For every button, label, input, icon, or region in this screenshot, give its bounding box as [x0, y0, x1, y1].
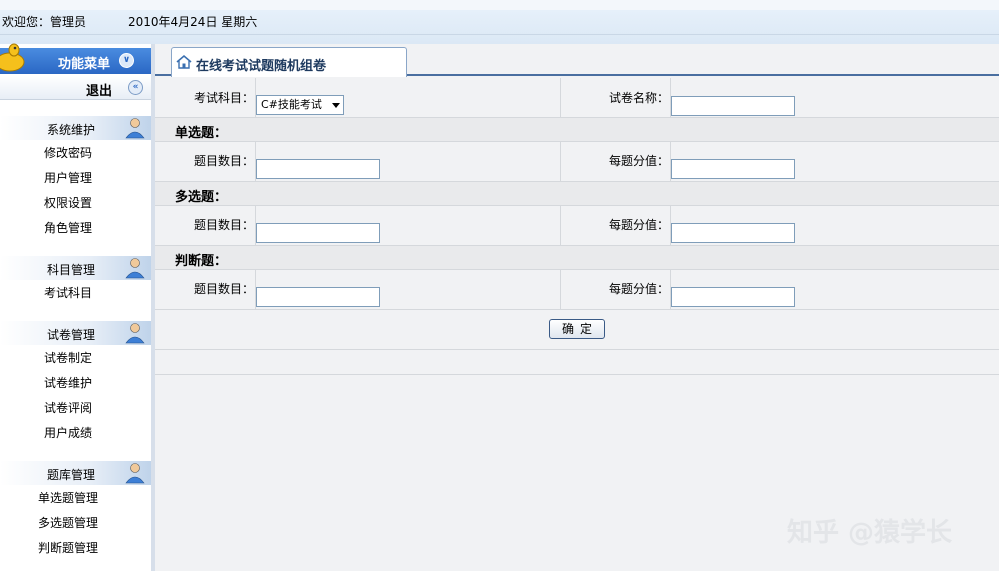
section-title: 多选题：	[175, 190, 228, 205]
group-title: 系统维护	[47, 123, 96, 137]
cell-divider	[560, 270, 561, 309]
exit-link[interactable]: 退出	[86, 80, 112, 99]
menu-item-paper-review[interactable]: 试卷评阅	[44, 399, 92, 416]
true-false-score-input[interactable]	[671, 287, 795, 307]
paper-name-label: 试卷名称：	[609, 91, 670, 105]
tab-title: 在线考试试题随机组卷	[196, 59, 327, 74]
subject-label: 考试科目：	[194, 91, 255, 105]
top-divider	[0, 34, 999, 35]
group-title: 科目管理	[47, 263, 96, 277]
menu-item-user-scores[interactable]: 用户成绩	[44, 424, 92, 441]
group-header-subjects[interactable]: 科目管理	[0, 256, 151, 280]
home-icon	[176, 54, 192, 69]
paper-name-input[interactable]	[671, 96, 795, 116]
group-title: 题库管理	[47, 468, 96, 482]
welcome-text: 欢迎您：管理员	[2, 15, 87, 29]
cell-divider	[560, 78, 561, 117]
menu-item-single-choice[interactable]: 单选题管理	[38, 489, 98, 506]
multi-choice-count-input[interactable]	[256, 223, 380, 243]
single-choice-row: 题目数目： 每题分值：	[155, 142, 999, 182]
menu-item-permissions[interactable]: 权限设置	[44, 194, 92, 211]
top-bar: 欢迎您：管理员 2010年4月24日 星期六	[0, 0, 999, 44]
menu-item-paper-create[interactable]: 试卷制定	[44, 349, 92, 366]
single-choice-count-input[interactable]	[256, 159, 380, 179]
group-header-system[interactable]: 系统维护	[0, 116, 151, 140]
subject-select[interactable]: C#技能考试	[256, 95, 344, 115]
count-label: 题目数目：	[194, 282, 255, 296]
sidebar: 功能菜单 ∨ 退出 « 系统维护 修改密码 用户管理 权限设置 角色管理 科目管…	[0, 43, 152, 571]
menu-item-role-management[interactable]: 角色管理	[44, 219, 92, 236]
subject-row: 考试科目： C#技能考试 试卷名称：	[155, 78, 999, 118]
true-false-count-input[interactable]	[256, 287, 380, 307]
date-text: 2010年4月24日 星期六	[128, 15, 258, 29]
tab-bar: 在线考试试题随机组卷	[155, 44, 999, 77]
exit-row[interactable]: 退出 «	[0, 76, 151, 100]
group-title: 试卷管理	[47, 328, 96, 342]
menu-title: 功能菜单	[58, 57, 111, 72]
section-title: 判断题：	[175, 254, 228, 269]
count-label: 题目数目：	[194, 218, 255, 232]
menu-item-user-management[interactable]: 用户管理	[44, 169, 92, 186]
menu-item-paper-maintain[interactable]: 试卷维护	[44, 374, 92, 391]
section-true-false: 判断题：	[155, 246, 999, 270]
multi-choice-score-input[interactable]	[671, 223, 795, 243]
menu-item-change-password[interactable]: 修改密码	[44, 144, 92, 161]
group-header-question-bank[interactable]: 题库管理	[0, 461, 151, 485]
user-icon	[125, 258, 145, 279]
menu-item-exam-subjects[interactable]: 考试科目	[44, 284, 92, 301]
confirm-button[interactable]: 确定	[549, 319, 605, 339]
cell-divider	[560, 142, 561, 181]
button-row: 确定	[155, 310, 999, 350]
group-header-papers[interactable]: 试卷管理	[0, 321, 151, 345]
user-icon	[125, 323, 145, 344]
menu-item-multi-choice[interactable]: 多选题管理	[38, 514, 98, 531]
score-label: 每题分值：	[609, 282, 670, 296]
menu-item-true-false[interactable]: 判断题管理	[38, 539, 98, 556]
single-choice-score-input[interactable]	[671, 159, 795, 179]
collapse-down-icon[interactable]: ∨	[119, 53, 134, 68]
user-icon	[125, 463, 145, 484]
menu-header: 功能菜单 ∨	[0, 43, 151, 74]
score-label: 每题分值：	[609, 218, 670, 232]
logo-icon	[0, 43, 25, 72]
score-label: 每题分值：	[609, 154, 670, 168]
main-content: 在线考试试题随机组卷 考试科目： C#技能考试 试卷名称： 单选题： 题目数目：…	[155, 44, 999, 571]
tab-random-paper[interactable]: 在线考试试题随机组卷	[171, 47, 407, 77]
multi-choice-row: 题目数目： 每题分值：	[155, 206, 999, 246]
cell-divider	[560, 206, 561, 245]
count-label: 题目数目：	[194, 154, 255, 168]
section-title: 单选题：	[175, 126, 228, 141]
empty-row	[155, 350, 999, 375]
collapse-left-icon[interactable]: «	[128, 80, 143, 95]
watermark: 知乎 @猿学长	[787, 518, 953, 548]
true-false-row: 题目数目： 每题分值：	[155, 270, 999, 310]
user-icon	[125, 118, 145, 139]
section-single-choice: 单选题：	[155, 118, 999, 142]
dropdown-arrow-icon[interactable]	[332, 103, 340, 108]
section-multi-choice: 多选题：	[155, 182, 999, 206]
subject-select-value: C#技能考试	[261, 98, 322, 111]
